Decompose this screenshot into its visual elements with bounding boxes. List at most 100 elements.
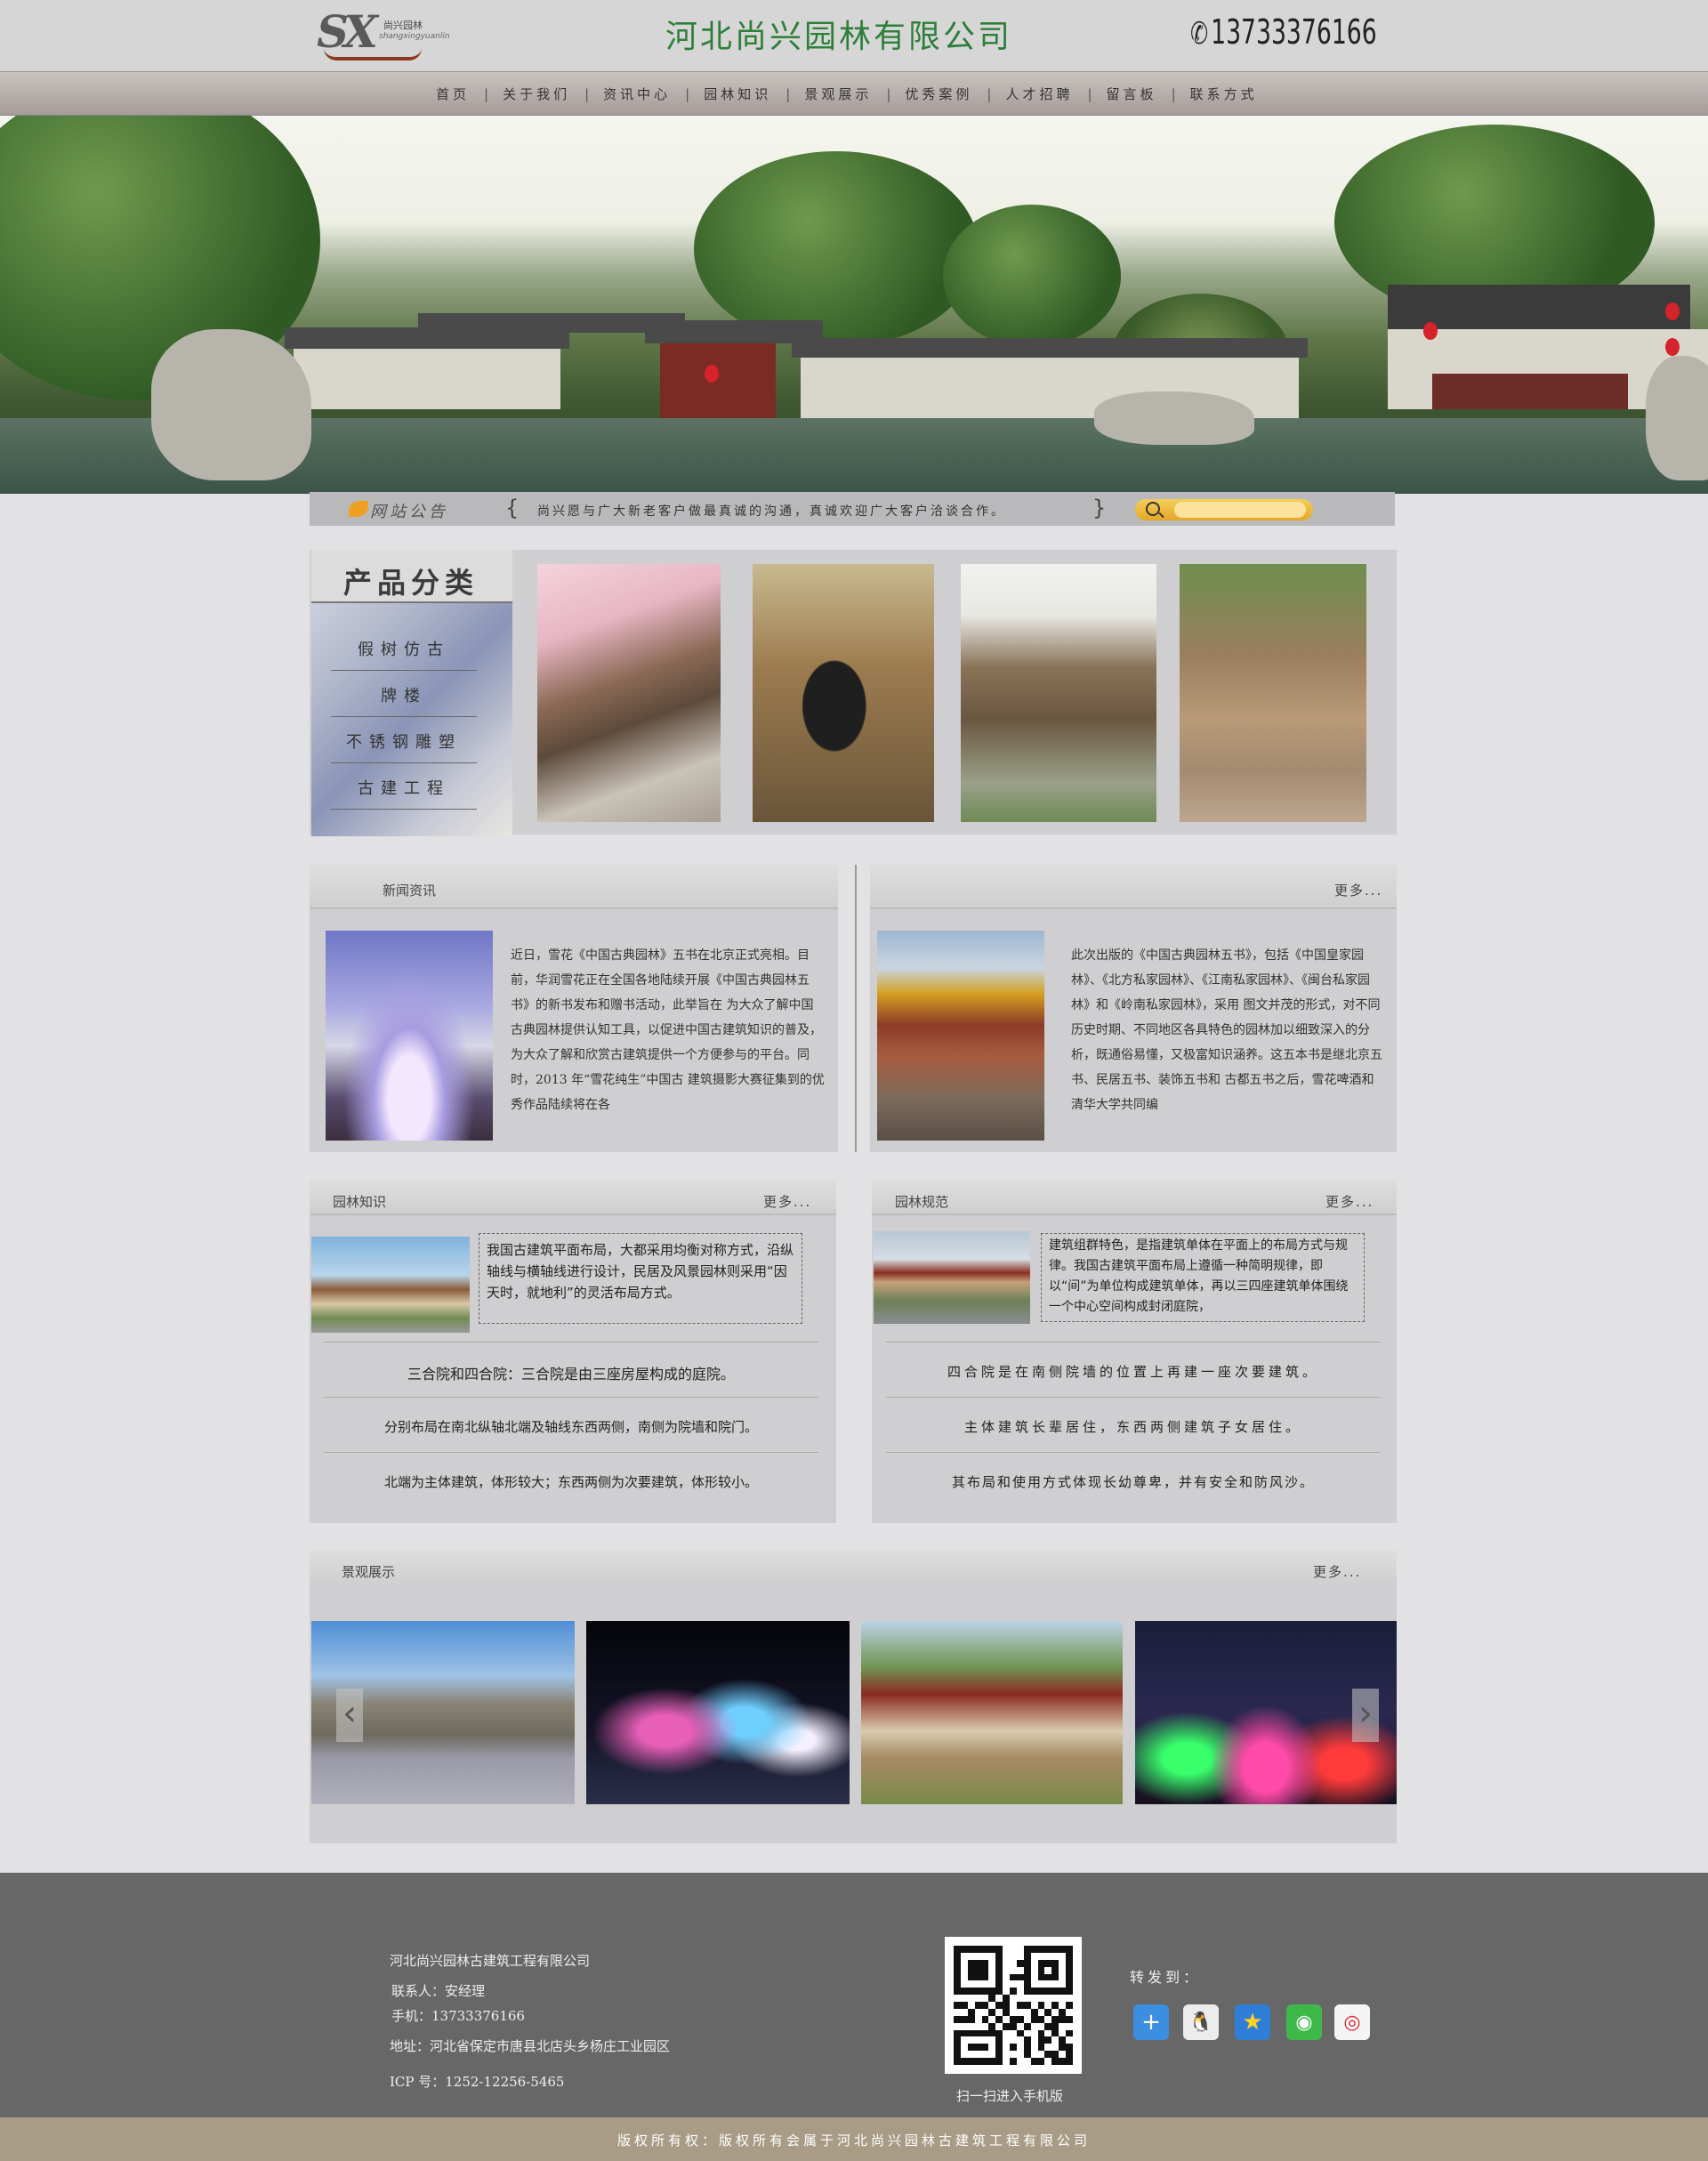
gallery-title: 景观展示: [342, 1564, 396, 1580]
category-item[interactable]: 假树仿古: [331, 625, 477, 671]
standards-more-link[interactable]: 更多...: [1325, 1192, 1374, 1211]
nav-item: 留言板 |: [1092, 85, 1176, 103]
category-panel: 产品分类 假树仿古 牌楼 不锈钢雕塑 古建工程: [311, 550, 512, 836]
phone-icon: ✆: [1190, 16, 1208, 52]
news-title: 新闻资讯: [383, 883, 437, 899]
search-icon[interactable]: [1146, 502, 1160, 516]
product-image-fake-tree[interactable]: [537, 564, 721, 822]
hotline-number: 13733376166: [1211, 12, 1377, 52]
logo-swoosh: [324, 48, 422, 60]
wechat-icon[interactable]: ◉: [1286, 2004, 1322, 2040]
qr-code-pattern: [954, 1946, 1073, 2065]
knowledge-title: 园林知识: [333, 1194, 387, 1210]
standards-image-pavilion[interactable]: [874, 1231, 1030, 1324]
knowledge-item-2[interactable]: 分别布局在南北纵轴北端及轴线东西两侧，南侧为院墙和院门。: [324, 1397, 818, 1452]
hotline: ✆13733376166: [1190, 12, 1377, 52]
category-item[interactable]: 古建工程: [331, 763, 477, 810]
nav-link[interactable]: 首页: [422, 85, 484, 103]
standards-item-1[interactable]: 四合院是在南侧院墙的位置上再建一座次要建筑。: [886, 1342, 1381, 1397]
nav-link[interactable]: 景观展示: [790, 85, 886, 103]
announcement-text: 尚兴愿与广大新老客户做最真诚的沟通，真诚欢迎广大客户洽谈合作。: [537, 504, 1006, 519]
knowledge-panel: 园林知识 更多... 我国古建筑平面布局，大都采用均衡对称方式，沿纵轴线与横轴线…: [310, 1180, 836, 1523]
product-image-wooden-seats[interactable]: [1180, 564, 1366, 822]
nav-link[interactable]: 留言板: [1092, 85, 1172, 103]
search-box: [1135, 499, 1313, 520]
product-image-ant-sculpture[interactable]: [753, 564, 934, 822]
qzone-star-icon[interactable]: ★: [1235, 2004, 1270, 2040]
search-input[interactable]: [1174, 502, 1306, 518]
gallery-next-arrow[interactable]: ›: [1352, 1689, 1379, 1742]
news-divider: [855, 865, 857, 1152]
standards-header: 园林规范 更多...: [872, 1180, 1397, 1215]
gallery-image-red-building[interactable]: [861, 1621, 1123, 1804]
news-2-header: 更多...: [870, 865, 1397, 909]
gallery-more-link[interactable]: 更多...: [1313, 1562, 1361, 1581]
nav-item: 首页 |: [422, 85, 488, 103]
nav-link[interactable]: 联系方式: [1176, 85, 1272, 103]
weibo-icon[interactable]: ◎: [1334, 2004, 1370, 2040]
nav-list: 首页 | 关于我们 | 资讯中心 | 园林知识 | 景观展示 | 优秀案例 | 人才招聘 | 留言板 | 联系方…: [422, 85, 1272, 103]
leaf-icon: [349, 501, 368, 517]
news-2-body: 此次出版的《中国古典园林五书》，包括《中国皇家园林》、《北方私家园林》、《江南私…: [1071, 948, 1382, 1112]
product-image-rockery-house[interactable]: [961, 564, 1156, 822]
company-logo[interactable]: SX 尚兴园林 shangxingyuanlin: [317, 5, 450, 68]
share-label: 转发到：: [1130, 1969, 1202, 1986]
footer-mobile: 手机：13733376166: [391, 2008, 525, 2024]
standards-item-3[interactable]: 其布局和使用方式体现长幼尊卑，并有安全和防风沙。: [886, 1452, 1381, 1507]
announcement-label: 网站公告: [370, 503, 448, 521]
main-nav: 首页 | 关于我们 | 资讯中心 | 园林知识 | 景观展示 | 优秀案例 | 人才招聘 | 留言板 | 联系方…: [0, 71, 1708, 116]
news-image-fountain[interactable]: [326, 931, 493, 1141]
footer-company: 河北尚兴园林古建筑工程有限公司: [390, 1953, 591, 1969]
footer-contact: 联系人：安经理: [391, 1983, 486, 1999]
hero-banner-garden-image: [0, 116, 1708, 494]
company-title: 河北尚兴园林有限公司: [665, 19, 1013, 55]
nav-item: 关于我们 |: [488, 85, 589, 103]
category-item[interactable]: 牌楼: [331, 671, 477, 717]
news-image-palace[interactable]: [877, 931, 1044, 1141]
nav-item: 景观展示 |: [790, 85, 890, 103]
standards-panel: 园林规范 更多... 建筑组群特色，是指建筑单体在平面上的布局方式与规律。我国古…: [872, 1180, 1397, 1523]
knowledge-summary: 我国古建筑平面布局，大都采用均衡对称方式，沿纵轴线与横轴线进行设计，民居及风景园…: [479, 1233, 802, 1324]
gallery-image-night-fountain[interactable]: [586, 1621, 850, 1804]
nav-item: 园林知识 |: [689, 85, 790, 103]
news-panel-2: 更多... 此次出版的《中国古典园林五书》，包括《中国皇家园林》、《北方私家园林…: [870, 865, 1397, 1152]
nav-item: 人才招聘 |: [991, 85, 1092, 103]
product-section: 产品分类 假树仿古 牌楼 不锈钢雕塑 古建工程: [310, 550, 1397, 836]
news-panel: 新闻资讯 近日，雪花《中国古典园林》五书在北京正式亮相。目前，华润雪花正在全国各…: [310, 865, 838, 1152]
knowledge-header: 园林知识 更多...: [310, 1180, 836, 1215]
nav-item: 优秀案例 |: [890, 85, 991, 103]
plus-icon[interactable]: +: [1133, 2004, 1169, 2040]
standards-item-2[interactable]: 主体建筑长辈居住，东西两侧建筑子女居住。: [886, 1397, 1381, 1452]
logo-chinese-name: 尚兴园林: [383, 20, 423, 31]
nav-link[interactable]: 优秀案例: [890, 85, 987, 103]
nav-link[interactable]: 园林知识: [689, 85, 786, 103]
top-header: SX 尚兴园林 shangxingyuanlin 河北尚兴园林有限公司 ✆137…: [0, 0, 1708, 71]
footer-icp: ICP 号：1252-12256-5465: [390, 2074, 565, 2090]
knowledge-item-1[interactable]: 三合院和四合院：三合院是由三座房屋构成的庭院。: [324, 1342, 818, 1397]
category-title: 产品分类: [343, 566, 479, 600]
brace-open: {: [505, 496, 520, 520]
nav-item: 资讯中心 |: [589, 85, 689, 103]
standards-title: 园林规范: [895, 1194, 949, 1210]
category-item[interactable]: 不锈钢雕塑: [331, 717, 477, 763]
news-2-more-link[interactable]: 更多...: [1334, 881, 1382, 899]
qr-caption: 扫一扫进入手机版: [956, 2088, 1064, 2104]
news-header: 新闻资讯: [310, 865, 838, 909]
nav-item: 联系方式: [1176, 85, 1272, 103]
qr-code: [945, 1937, 1082, 2074]
standards-summary: 建筑组群特色，是指建筑单体在平面上的布局方式与规律。我国古建筑平面布局上遵循一种…: [1041, 1233, 1365, 1322]
news-body: 近日，雪花《中国古典园林》五书在北京正式亮相。目前，华润雪花正在全国各地陆续开展…: [511, 948, 825, 1112]
nav-link[interactable]: 人才招聘: [991, 85, 1087, 103]
footer-address: 地址：河北省保定市唐县北店头乡杨庄工业园区: [390, 2038, 671, 2054]
gallery-prev-arrow[interactable]: ‹: [336, 1689, 363, 1742]
category-list: 假树仿古 牌楼 不锈钢雕塑 古建工程: [331, 625, 477, 810]
logo-pinyin: shangxingyuanlin: [379, 32, 450, 41]
knowledge-more-link[interactable]: 更多...: [763, 1192, 811, 1211]
brace-close: }: [1092, 496, 1107, 520]
knowledge-item-3[interactable]: 北端为主体建筑，体形较大；东西两侧为次要建筑，体形较小。: [324, 1452, 818, 1507]
copyright: 版权所有权：版权所有会属于河北尚兴园林古建筑工程有限公司: [0, 2117, 1708, 2161]
nav-link[interactable]: 关于我们: [488, 85, 584, 103]
qq-icon[interactable]: 🐧: [1183, 2004, 1219, 2040]
knowledge-image-temple[interactable]: [311, 1237, 470, 1333]
nav-link[interactable]: 资讯中心: [589, 85, 685, 103]
